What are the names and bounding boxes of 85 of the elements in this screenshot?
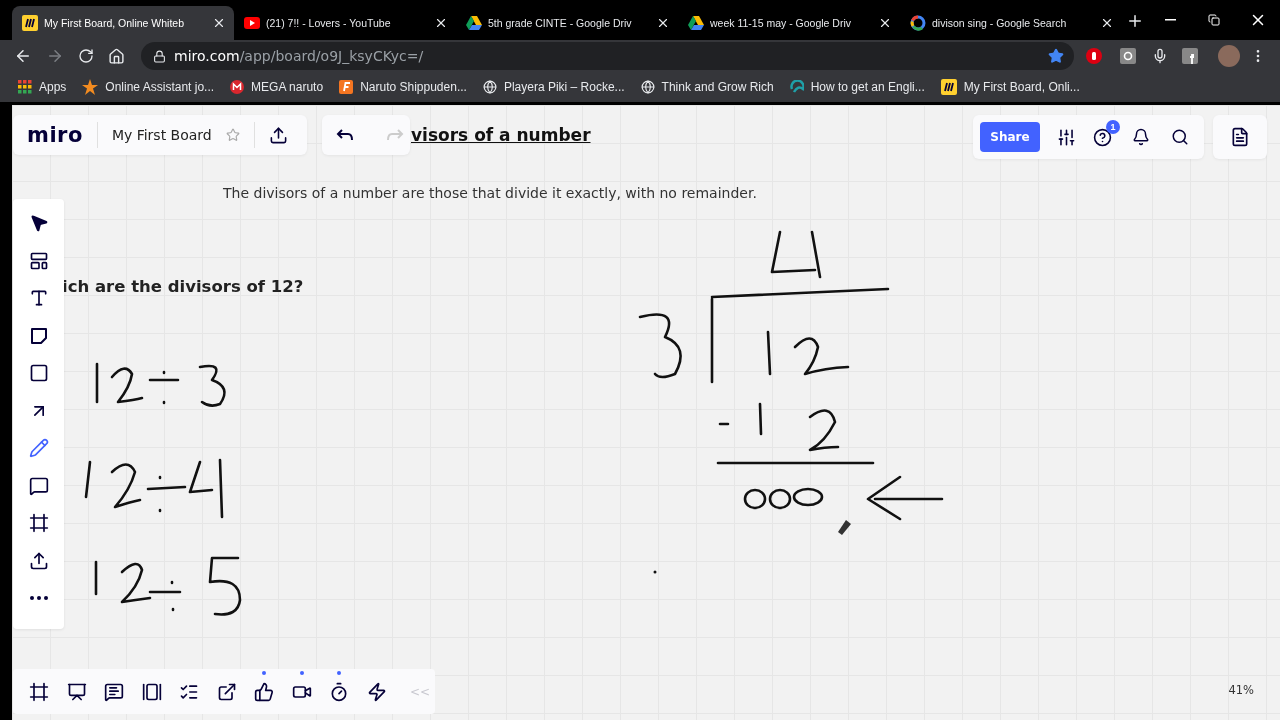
swirl-icon bbox=[789, 80, 804, 94]
bookmark-link[interactable]: Think and Grow Rich bbox=[640, 80, 774, 94]
indicator-dot bbox=[299, 670, 304, 675]
upload-icon bbox=[28, 550, 49, 571]
redo-icon bbox=[386, 128, 404, 142]
cursor-icon bbox=[28, 213, 49, 233]
bookmark-link[interactable]: My First Board, Onli... bbox=[940, 79, 1080, 95]
reload-icon bbox=[78, 48, 94, 64]
triangle-icon bbox=[466, 16, 482, 30]
play-icon bbox=[244, 17, 260, 29]
close-icon[interactable] bbox=[212, 16, 226, 30]
share-icon bbox=[216, 681, 237, 702]
document-icon bbox=[1230, 127, 1250, 147]
lightning-icon bbox=[366, 681, 387, 702]
vote-button[interactable] bbox=[252, 669, 276, 704]
frame-icon bbox=[28, 513, 49, 533]
browser-tab[interactable]: divison sing - Google Search bbox=[900, 6, 1122, 40]
hand-icon[interactable] bbox=[1086, 48, 1102, 64]
grid-icon bbox=[18, 80, 32, 94]
browser-tab[interactable]: (21) 7!! - Lovers - YouTube bbox=[234, 6, 456, 40]
browser-tab[interactable]: My First Board, Online Whiteb bbox=[12, 6, 234, 40]
stopwatch-icon bbox=[329, 681, 349, 702]
browser-tab[interactable]: 5th grade CINTE - Google Driv bbox=[456, 6, 678, 40]
restore-icon bbox=[1208, 14, 1220, 26]
close-icon[interactable] bbox=[878, 16, 892, 30]
minimize-icon bbox=[1164, 19, 1176, 21]
star-icon[interactable] bbox=[225, 128, 240, 142]
definition-text: The divisors of a number are those that divide it exactly, with no remainder. bbox=[223, 185, 757, 201]
presentation-icon bbox=[66, 681, 87, 702]
bookmark-link[interactable]: Online Assistant jo... bbox=[82, 79, 215, 95]
frame-icon bbox=[29, 681, 49, 702]
rectangle-icon bbox=[28, 363, 49, 383]
zoom-level[interactable]: 41% bbox=[1228, 683, 1254, 697]
indicator-dot bbox=[262, 670, 266, 675]
star-icon bbox=[82, 79, 99, 95]
export-icon[interactable] bbox=[268, 125, 288, 145]
share-button[interactable]: Share bbox=[980, 122, 1040, 152]
microphone-icon bbox=[1152, 48, 1168, 64]
miro-logo[interactable]: miro bbox=[27, 123, 83, 147]
bell-icon bbox=[1132, 128, 1150, 146]
search-icon bbox=[1171, 128, 1189, 146]
bookmark-star-icon[interactable] bbox=[1048, 48, 1064, 64]
circle-logo-icon bbox=[910, 15, 926, 31]
close-icon[interactable] bbox=[656, 16, 670, 30]
extension-icon[interactable] bbox=[1120, 48, 1136, 64]
help-icon bbox=[1093, 127, 1112, 147]
indicator-dot bbox=[337, 670, 341, 675]
extension-icon[interactable] bbox=[1182, 48, 1198, 64]
help-button[interactable]: 1 bbox=[1090, 119, 1120, 150]
layout-icon bbox=[28, 250, 49, 271]
browser-tab[interactable]: week 11-15 may - Google Driv bbox=[678, 6, 900, 40]
bookmark-link[interactable]: How to get an Engli... bbox=[789, 80, 925, 94]
bookmark-link[interactable]: Playera Piki – Rocke... bbox=[482, 80, 625, 94]
url-text: miro.com/app/board/o9J_ksyCKyc=/ bbox=[174, 48, 424, 64]
lock-icon bbox=[153, 49, 166, 63]
pencil-icon bbox=[28, 438, 49, 458]
triangle-icon bbox=[688, 16, 704, 30]
notification-badge: 1 bbox=[1106, 119, 1120, 134]
board-logo-icon bbox=[22, 15, 38, 31]
ink-dot bbox=[653, 570, 657, 574]
circle-icon bbox=[230, 80, 245, 94]
thumbs-up-icon bbox=[254, 681, 274, 702]
chat-icon bbox=[104, 681, 124, 702]
close-icon[interactable] bbox=[1100, 16, 1114, 30]
bookmark-link[interactable]: MEGA naruto bbox=[230, 80, 324, 94]
undo-icon bbox=[336, 128, 354, 142]
globe-icon bbox=[482, 80, 497, 94]
plus-icon bbox=[1126, 12, 1144, 30]
bookmark-link[interactable]: Naruto Shippuden... bbox=[339, 80, 467, 94]
address-bar[interactable]: miro.com/app/board/o9J_ksyCKyc=/ bbox=[141, 42, 1074, 70]
globe-icon bbox=[640, 80, 655, 94]
board-logo-icon bbox=[940, 79, 957, 95]
close-icon[interactable] bbox=[434, 16, 448, 30]
sliders-icon bbox=[1057, 127, 1076, 147]
forward-arrow-icon bbox=[46, 47, 64, 65]
avatar-icon[interactable] bbox=[1218, 45, 1240, 67]
board-heading: visors of a number bbox=[411, 125, 591, 145]
board-name[interactable]: My First Board bbox=[111, 127, 212, 143]
note-icon bbox=[28, 325, 49, 346]
square-icon bbox=[339, 80, 354, 94]
home-icon bbox=[108, 47, 125, 65]
cards-icon bbox=[141, 681, 162, 702]
comment-icon bbox=[28, 475, 49, 496]
bookmark-link[interactable]: Apps bbox=[18, 80, 67, 94]
more-icon bbox=[29, 596, 48, 600]
